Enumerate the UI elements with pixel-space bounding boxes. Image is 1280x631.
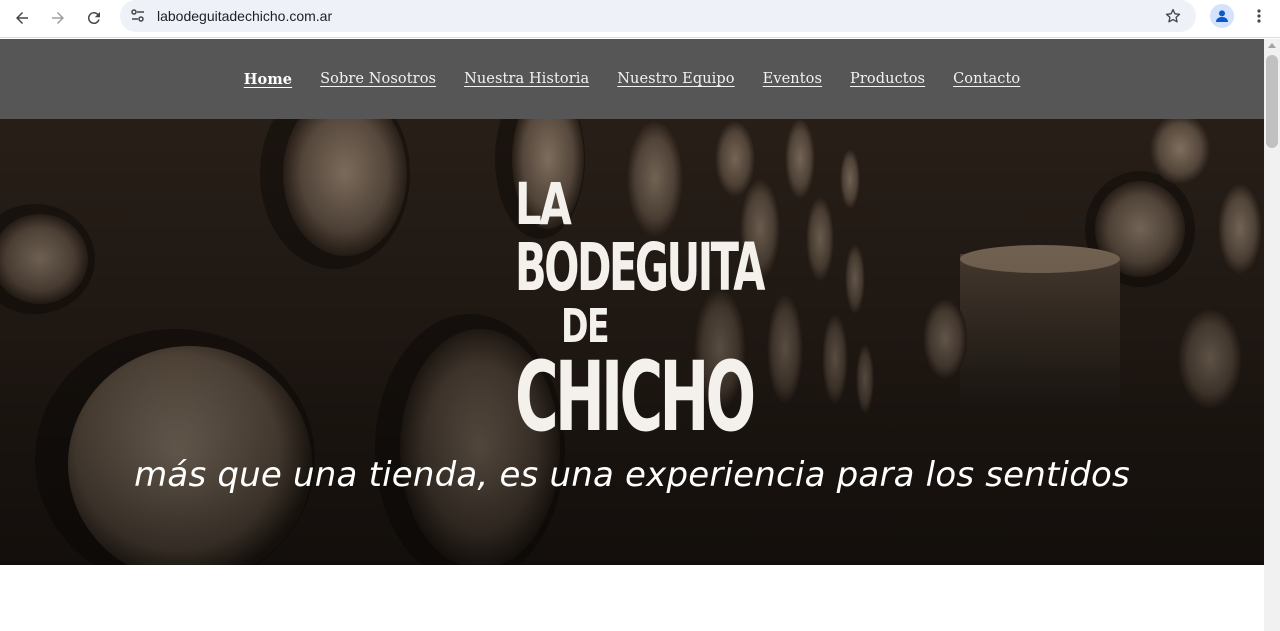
nav-link-nuestra-historia[interactable]: Nuestra Historia bbox=[464, 71, 589, 87]
nav-link-productos[interactable]: Productos bbox=[850, 71, 925, 87]
hero-tagline: más que una tienda, es una experiencia p… bbox=[134, 455, 1130, 495]
page-content: Home Sobre Nosotros Nuestra Historia Nue… bbox=[0, 39, 1264, 631]
three-dots-icon bbox=[1257, 9, 1261, 23]
page-scrollbar[interactable] bbox=[1264, 39, 1280, 631]
url-text[interactable]: labodeguitadechicho.com.ar bbox=[157, 8, 332, 24]
main-navigation: Home Sobre Nosotros Nuestra Historia Nue… bbox=[0, 39, 1264, 119]
nav-link-home[interactable]: Home bbox=[244, 71, 292, 88]
nav-link-contacto[interactable]: Contacto bbox=[953, 71, 1020, 87]
bookmark-button[interactable] bbox=[1162, 5, 1184, 27]
reload-icon bbox=[87, 12, 100, 25]
scroll-up-arrow-icon[interactable] bbox=[1268, 43, 1276, 48]
star-icon bbox=[1165, 8, 1181, 23]
site-logo: LA BODEGUITA DE CHICHO bbox=[515, 170, 765, 453]
nav-link-eventos[interactable]: Eventos bbox=[763, 71, 822, 87]
person-icon bbox=[1216, 10, 1228, 22]
nav-link-nuestro-equipo[interactable]: Nuestro Equipo bbox=[617, 71, 734, 87]
address-bar[interactable]: labodeguitadechicho.com.ar bbox=[120, 0, 1196, 32]
profile-button[interactable] bbox=[1210, 4, 1234, 28]
logo-line-2: BODEGUITA bbox=[515, 229, 765, 306]
scrollbar-thumb[interactable] bbox=[1266, 55, 1278, 148]
browser-menu-button[interactable] bbox=[1247, 4, 1271, 28]
site-info-button[interactable] bbox=[128, 6, 148, 26]
back-arrow-icon bbox=[16, 12, 28, 24]
tune-icon bbox=[131, 9, 144, 22]
hero-banner: LA BODEGUITA DE CHICHO más que una tiend… bbox=[0, 119, 1264, 565]
browser-toolbar: labodeguitadechicho.com.ar bbox=[0, 0, 1280, 38]
reload-button[interactable] bbox=[79, 3, 109, 33]
logo-line-4: CHICHO bbox=[515, 341, 756, 453]
logo-line-1: LA bbox=[515, 170, 572, 238]
nav-link-sobre-nosotros[interactable]: Sobre Nosotros bbox=[320, 71, 436, 87]
forward-button[interactable] bbox=[43, 3, 73, 33]
back-button[interactable] bbox=[7, 3, 37, 33]
forward-arrow-icon bbox=[52, 12, 64, 24]
